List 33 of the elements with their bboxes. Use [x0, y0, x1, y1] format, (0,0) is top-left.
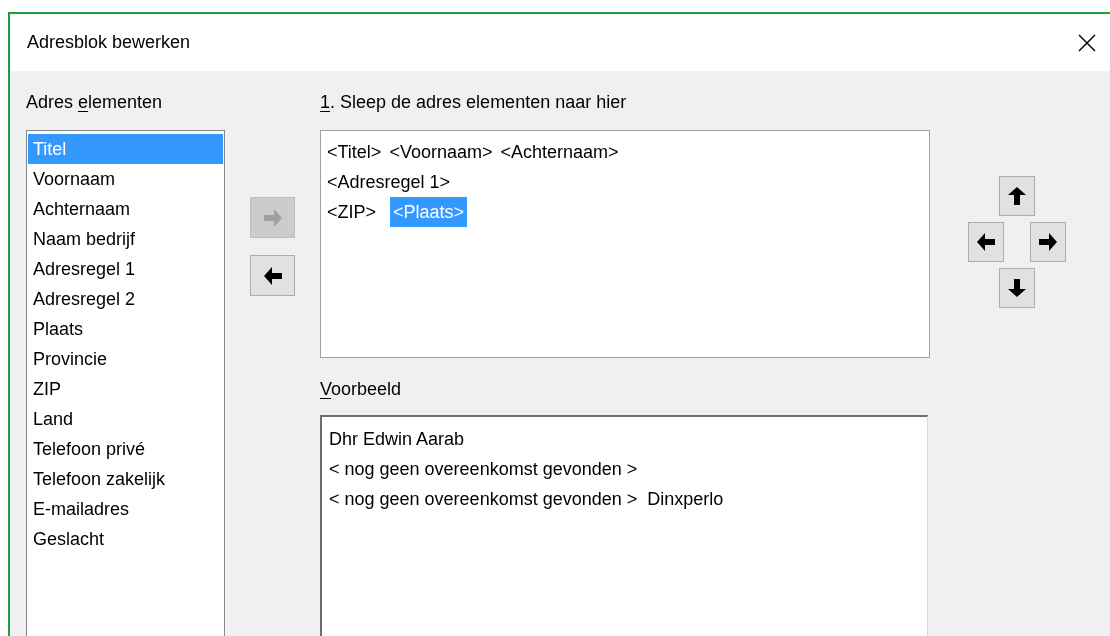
list-label: Adres elementen [26, 91, 164, 114]
preview-line: Dhr Edwin Aarab [329, 428, 465, 451]
list-item[interactable]: Telefoon zakelijk [28, 464, 223, 494]
list-item[interactable]: ZIP [28, 374, 223, 404]
move-up-button[interactable] [999, 176, 1035, 216]
list-item[interactable]: Geslacht [28, 524, 223, 554]
remove-button[interactable] [250, 255, 295, 296]
list-item[interactable]: Provincie [28, 344, 223, 374]
address-token[interactable]: <Achternaam> [500, 137, 619, 167]
address-token[interactable]: <ZIP> [327, 197, 377, 227]
list-item[interactable]: Achternaam [28, 194, 223, 224]
address-token[interactable]: <Adresregel 1> [327, 167, 451, 197]
window-title: Adresblok bewerken [27, 31, 191, 54]
preview-line: < nog geen overeenkomst gevonden > [329, 458, 638, 481]
list-item[interactable]: Adresregel 1 [28, 254, 223, 284]
address-token[interactable]: <Titel> [327, 137, 382, 167]
list-item[interactable]: Voornaam [28, 164, 223, 194]
address-token[interactable]: <Voornaam> [389, 137, 493, 167]
preview-label: Voorbeeld [320, 378, 403, 401]
move-down-button[interactable] [999, 268, 1035, 308]
address-block-field[interactable]: <Titel> <Voornaam> <Achternaam> <Adresregel 1> <ZIP> <Plaats> [320, 130, 930, 358]
preview-line: < nog geen overeenkomst gevonden > Dinxperlo [329, 488, 724, 511]
list-item[interactable]: Telefoon privé [28, 434, 223, 464]
list-item[interactable]: Land [28, 404, 223, 434]
elements-list[interactable]: Titel Voornaam Achternaam Naam bedrijf Adresregel 1 Adresregel 2 Plaats Provincie ZIP Land Telefoon privé Telefoon zakelijk E-mailadres Geslacht [26, 130, 225, 636]
block-label: 1. Sleep de adres elementen naar hier [320, 91, 628, 114]
list-item[interactable]: Adresregel 2 [28, 284, 223, 314]
move-right-button[interactable] [1030, 222, 1066, 262]
move-left-button[interactable] [968, 222, 1004, 262]
list-item[interactable]: Naam bedrijf [28, 224, 223, 254]
close-icon [1077, 32, 1097, 53]
list-item[interactable]: Plaats [28, 314, 223, 344]
list-item[interactable]: E-mailadres [28, 494, 223, 524]
